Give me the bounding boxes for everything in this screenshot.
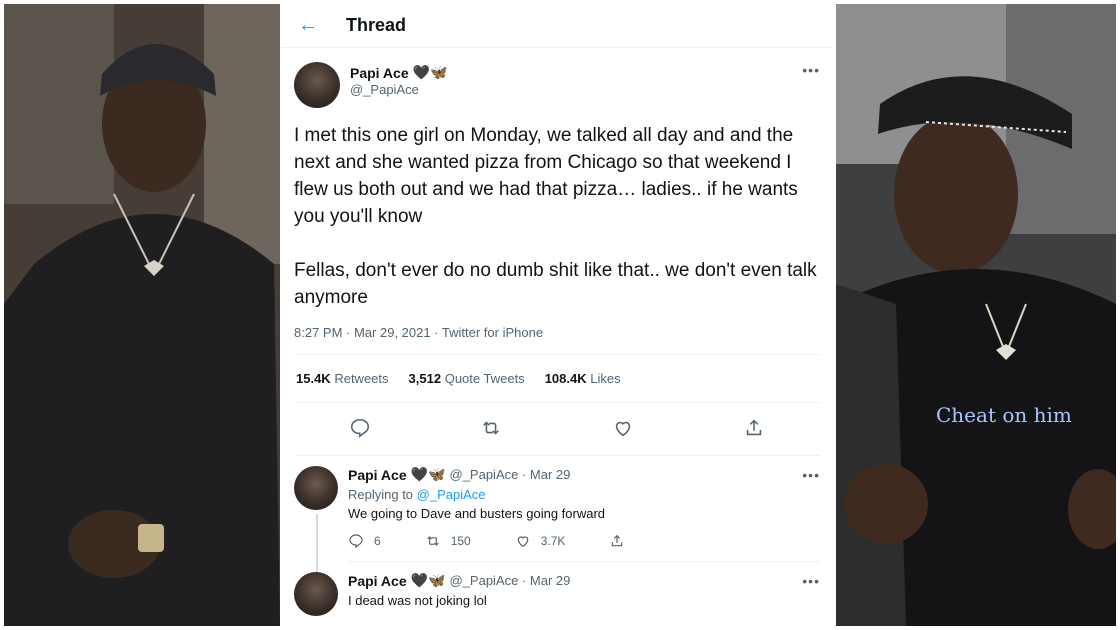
heart-icon[interactable]: [612, 417, 634, 439]
author-emojis: 🖤🦋: [412, 64, 448, 80]
author-row: Papi Ace 🖤🦋 @_PapiAce •••: [294, 62, 820, 108]
reply-author-emojis: 🖤🦋: [410, 466, 446, 482]
author-name-row[interactable]: Papi Ace 🖤🦋: [350, 64, 448, 81]
shirt-text: Cheat on him: [936, 403, 1072, 427]
right-photo: Cheat on him: [836, 4, 1116, 626]
author-names: Papi Ace 🖤🦋 @_PapiAce: [350, 64, 448, 97]
quotes-label: Quote Tweets: [444, 371, 525, 386]
retweets-label: Retweets: [334, 371, 389, 386]
page-title: Thread: [346, 15, 407, 35]
replying-to: Replying to @_PapiAce: [348, 487, 820, 502]
retweet-count: 150: [450, 534, 471, 548]
tweet-thread: ← Thread Papi Ace 🖤🦋 @_PapiAce ••• I met…: [282, 4, 834, 626]
retweets-count: 15.4K: [296, 371, 331, 386]
reply-author-emojis: 🖤🦋: [410, 572, 446, 588]
main-tweet: Papi Ace 🖤🦋 @_PapiAce ••• I met this one…: [282, 48, 834, 456]
reply-tweet[interactable]: Papi Ace 🖤🦋 @_PapiAce · Mar 29 ••• Reply…: [282, 456, 834, 576]
avatar[interactable]: [294, 62, 340, 108]
more-icon[interactable]: •••: [802, 62, 820, 78]
retweets-stat[interactable]: 15.4K Retweets: [296, 371, 389, 386]
author-name: Papi Ace: [350, 64, 409, 81]
reply-icon[interactable]: [349, 417, 371, 439]
retweet-button[interactable]: 150: [425, 533, 471, 549]
like-count: 3.7K: [540, 534, 566, 548]
reply-body: Papi Ace 🖤🦋 @_PapiAce · Mar 29 ••• I dea…: [348, 572, 820, 616]
avatar[interactable]: [294, 466, 338, 510]
tweet-actions: [294, 403, 820, 456]
more-icon[interactable]: •••: [802, 467, 820, 483]
more-icon[interactable]: •••: [802, 573, 820, 589]
reply-text: I dead was not joking lol: [348, 593, 487, 608]
quotes-stat[interactable]: 3,512 Quote Tweets: [409, 371, 525, 386]
retweet-icon: [426, 536, 439, 546]
reply-actions: 6 150 3.7K: [348, 533, 820, 549]
like-button[interactable]: 3.7K: [515, 533, 566, 549]
reply-tweet[interactable]: Papi Ace 🖤🦋 @_PapiAce · Mar 29 ••• I dea…: [282, 562, 834, 616]
reply-header: Papi Ace 🖤🦋 @_PapiAce · Mar 29 •••: [348, 466, 820, 483]
likes-count: 108.4K: [544, 371, 587, 386]
reply-icon: [349, 534, 363, 549]
tweet-stats: 15.4K Retweets 3,512 Quote Tweets 108.4K…: [294, 355, 820, 403]
reply-count: 6: [374, 534, 381, 548]
likes-stat[interactable]: 108.4K Likes: [545, 371, 621, 386]
left-person-image: [4, 4, 280, 626]
avatar[interactable]: [294, 572, 338, 616]
author-handle[interactable]: @_PapiAce: [350, 82, 448, 97]
right-person-image: Cheat on him: [836, 4, 1116, 626]
tweet-source[interactable]: Twitter for iPhone: [442, 325, 543, 340]
back-arrow-icon[interactable]: ←: [298, 14, 330, 37]
tweet-text: I met this one girl on Monday, we talked…: [294, 125, 817, 308]
reply-author-name[interactable]: Papi Ace: [348, 573, 407, 589]
reply-meta[interactable]: @_PapiAce · Mar 29: [450, 573, 571, 588]
likes-label: Likes: [590, 371, 621, 386]
reply-body: Papi Ace 🖤🦋 @_PapiAce · Mar 29 ••• Reply…: [348, 466, 820, 562]
reply-meta[interactable]: @_PapiAce · Mar 29: [450, 467, 571, 482]
share-button[interactable]: [609, 533, 625, 549]
reply-button[interactable]: 6: [348, 533, 381, 549]
retweet-icon[interactable]: [480, 417, 502, 439]
tweet-meta: 8:27 PM · Mar 29, 2021 · Twitter for iPh…: [294, 325, 820, 355]
reply-header: Papi Ace 🖤🦋 @_PapiAce · Mar 29 •••: [348, 572, 820, 589]
quotes-count: 3,512: [408, 371, 442, 386]
share-icon: [612, 534, 623, 547]
left-photo: [4, 4, 280, 626]
reply-text: We going to Dave and busters going forwa…: [348, 506, 606, 521]
tweet-time[interactable]: 8:27 PM · Mar 29, 2021 ·: [294, 325, 439, 340]
heart-icon: [517, 536, 528, 548]
replying-mention[interactable]: @_PapiAce: [417, 487, 486, 502]
reply-author-name[interactable]: Papi Ace: [348, 467, 407, 483]
thread-header: ← Thread: [282, 4, 834, 48]
replying-label: Replying to: [348, 487, 414, 502]
share-icon[interactable]: [743, 417, 765, 439]
